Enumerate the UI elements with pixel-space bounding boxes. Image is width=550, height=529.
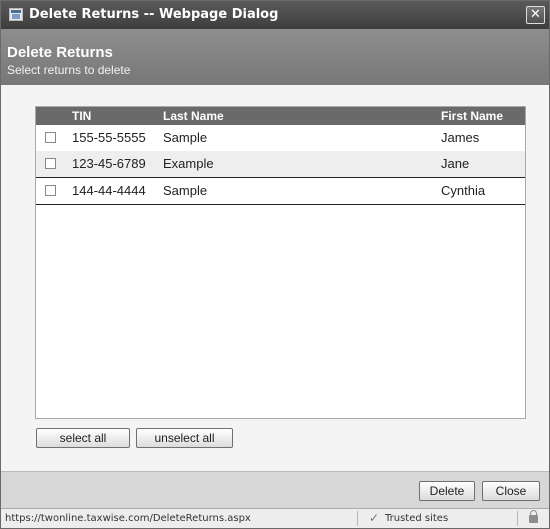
cell-tin: 155-55-5555 — [72, 130, 146, 145]
cell-first-name: Jane — [441, 156, 470, 171]
table-row[interactable]: 123-45-6789 Example Jane — [36, 151, 525, 177]
table-row[interactable]: 155-55-5555 Sample James — [36, 125, 525, 151]
cell-last-name: Sample — [163, 183, 208, 198]
column-header-last-name: Last Name — [163, 109, 224, 123]
column-header-tin: TIN — [72, 109, 92, 123]
page-title: Delete Returns — [7, 44, 113, 61]
table-header: TIN Last Name First Name — [36, 107, 525, 125]
cell-first-name: Cynthia — [441, 183, 486, 198]
delete-button[interactable]: Delete — [419, 481, 475, 501]
status-url: https://twonline.taxwise.com/DeleteRetur… — [5, 513, 251, 524]
returns-list: TIN Last Name First Name 155-55-5555 Sam… — [35, 106, 526, 419]
cell-tin: 123-45-6789 — [72, 156, 146, 171]
webpage-dialog: Delete Returns -- Webpage Dialog ✕ Delet… — [0, 0, 550, 529]
close-window-button[interactable]: ✕ — [526, 6, 545, 24]
content-panel: TIN Last Name First Name 155-55-5555 Sam… — [11, 85, 541, 465]
select-all-button[interactable]: select all — [36, 428, 130, 448]
unselect-all-button[interactable]: unselect all — [136, 428, 233, 448]
status-separator — [357, 511, 358, 526]
close-button[interactable]: Close — [482, 481, 540, 501]
title-bar[interactable]: Delete Returns -- Webpage Dialog ✕ — [1, 1, 549, 29]
dialog-header: Delete Returns Select returns to delete — [1, 29, 549, 85]
row-checkbox[interactable] — [45, 185, 56, 196]
cell-tin: 144-44-4444 — [72, 183, 146, 198]
dialog-footer: Delete Close — [1, 472, 549, 508]
page-subtitle: Select returns to delete — [7, 63, 131, 77]
status-bar: https://twonline.taxwise.com/DeleteRetur… — [1, 508, 549, 528]
dialog-window-icon — [9, 8, 23, 21]
cell-first-name: James — [441, 130, 480, 145]
column-header-first-name: First Name — [441, 109, 504, 123]
table-row[interactable]: 144-44-4444 Sample Cynthia — [36, 177, 525, 205]
lock-icon — [529, 510, 538, 523]
security-zone: Trusted sites — [385, 513, 449, 524]
row-checkbox[interactable] — [45, 132, 56, 143]
window-title: Delete Returns -- Webpage Dialog — [29, 7, 279, 22]
cell-last-name: Example — [163, 156, 214, 171]
check-icon: ✓ — [369, 511, 380, 525]
status-separator — [517, 511, 518, 526]
cell-last-name: Sample — [163, 130, 208, 145]
row-checkbox[interactable] — [45, 158, 56, 169]
